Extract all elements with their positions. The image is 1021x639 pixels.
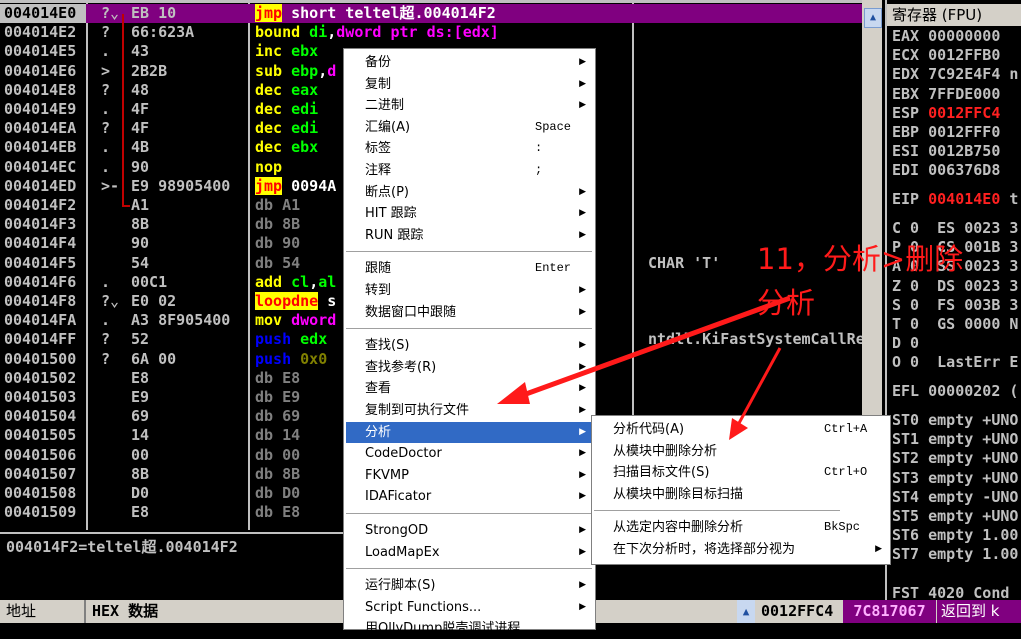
- arrow-head-icon: [497, 382, 530, 404]
- annotation-text: 分析: [757, 286, 816, 320]
- annotation-text: 11，分析>删除: [757, 242, 964, 276]
- arrow-to-analysis-menu: [514, 295, 791, 401]
- arrow-to-remove-analysis: [736, 347, 782, 426]
- annotation-arrows: [497, 295, 791, 440]
